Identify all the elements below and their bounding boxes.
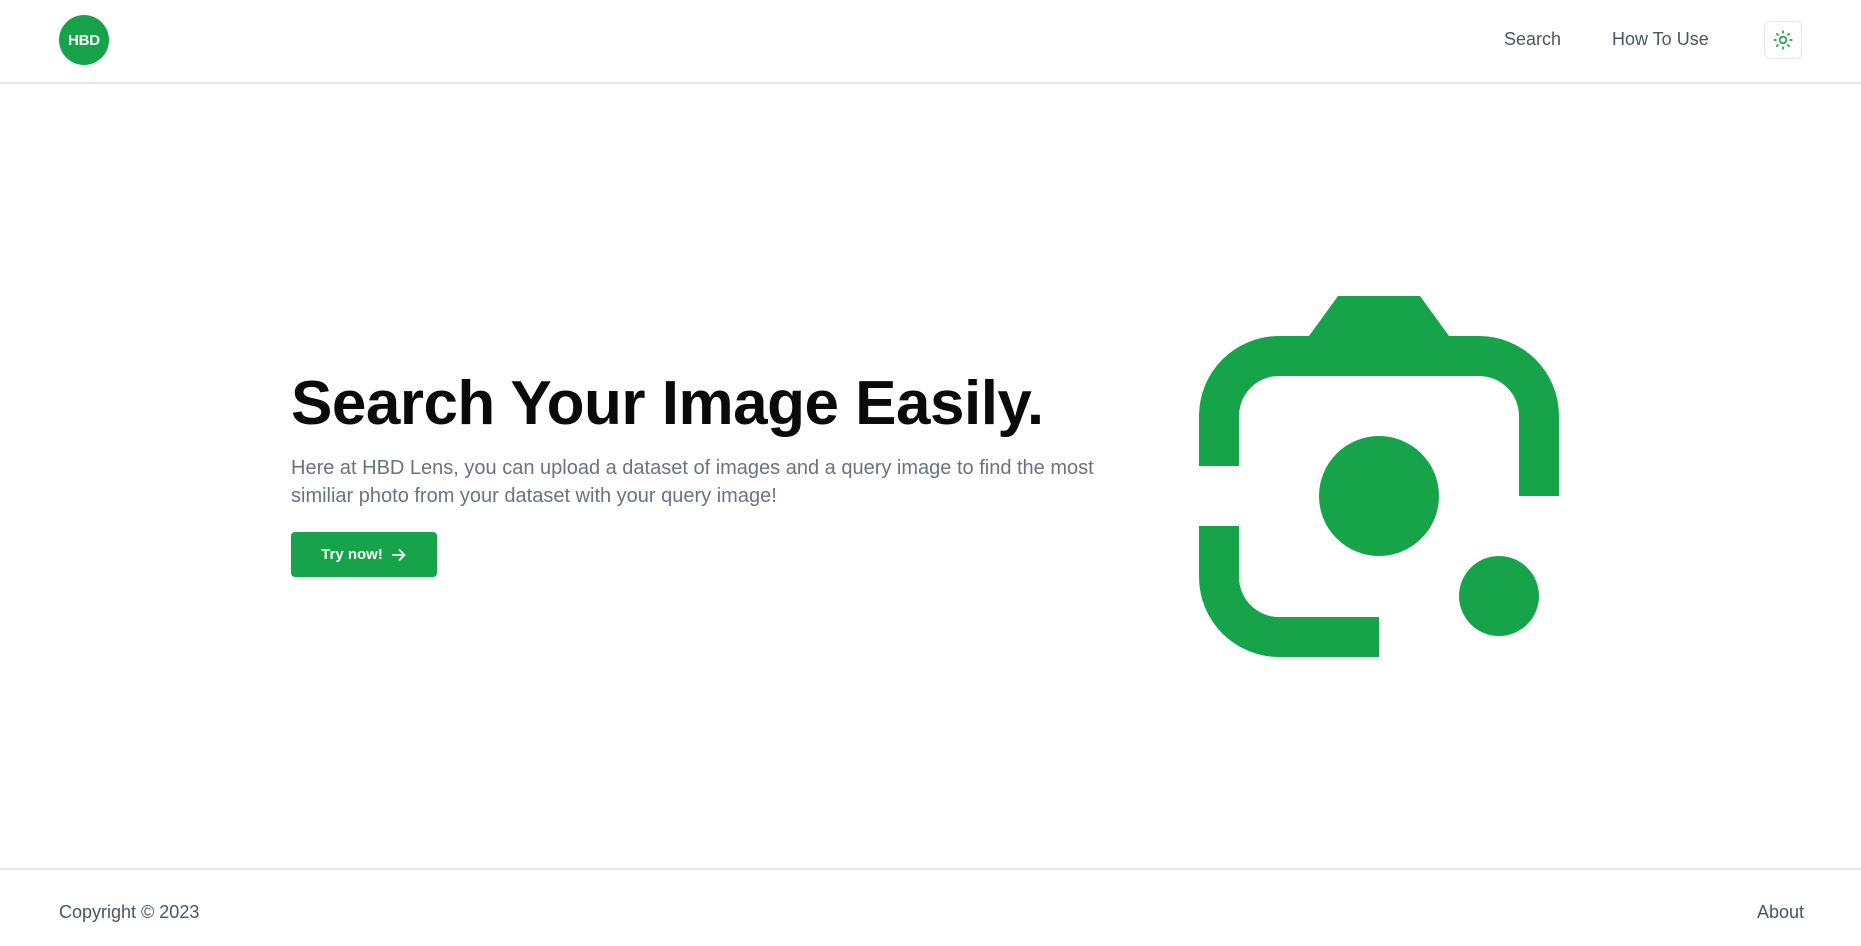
hero-title: Search Your Image Easily. (291, 369, 1044, 438)
hero-section: Search Your Image Easily. Here at HBD Le… (291, 368, 1111, 577)
copyright-text: Copyright © 2023 (59, 902, 200, 922)
logo-button[interactable]: HBD (59, 15, 109, 65)
about-link[interactable]: About (1757, 902, 1804, 923)
lens-camera-icon (1199, 296, 1559, 657)
theme-toggle-button[interactable] (1764, 21, 1802, 59)
site-footer: Copyright © 2023 About (0, 868, 1861, 946)
hero-description: Here at HBD Lens, you can upload a datas… (291, 457, 1094, 507)
arrow-right-icon (391, 548, 406, 561)
logo-text: HBD (68, 31, 100, 49)
try-now-label: Try now! (321, 546, 383, 563)
nav-how-to-use-link[interactable]: How To Use (1612, 29, 1709, 50)
sun-icon (1773, 30, 1793, 50)
lens-main-circle (1319, 436, 1439, 556)
site-header: HBD Search How To Use (0, 0, 1861, 84)
nav-search-link[interactable]: Search (1504, 29, 1561, 50)
try-now-button[interactable]: Try now! (291, 532, 437, 577)
lens-small-circle (1459, 556, 1539, 636)
